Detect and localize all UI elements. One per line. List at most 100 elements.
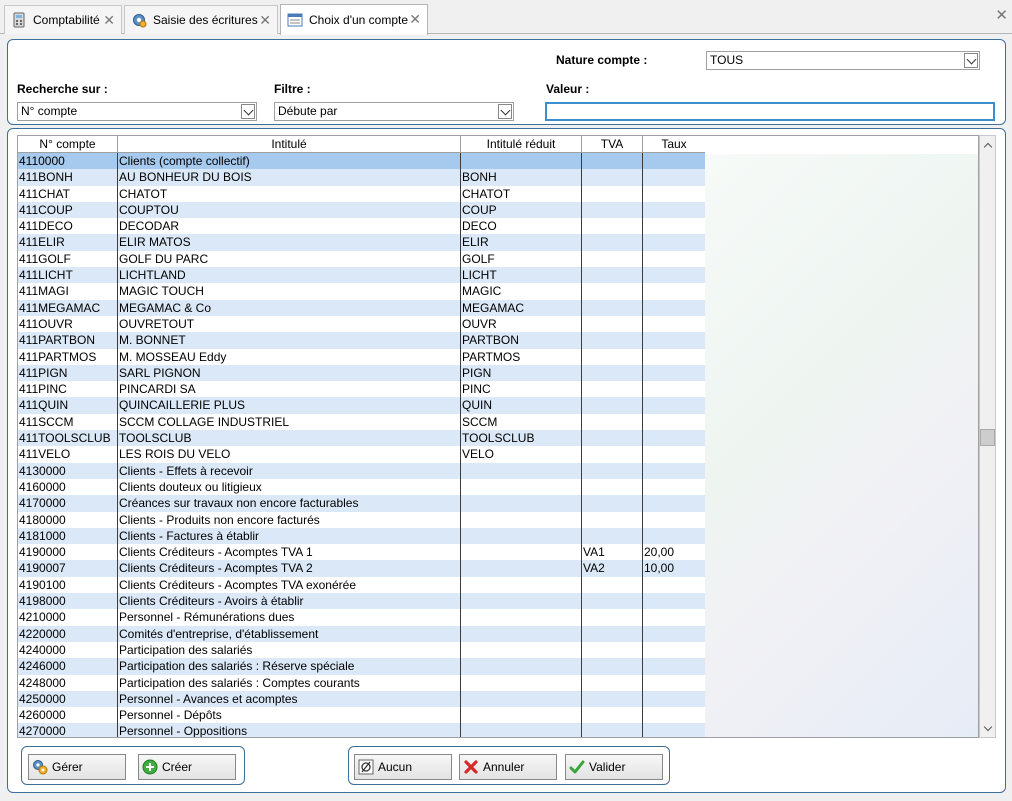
table-cell: LES ROIS DU VELO <box>118 446 461 463</box>
valider-label: Valider <box>589 760 626 774</box>
scroll-down-icon[interactable] <box>980 721 995 736</box>
table-row[interactable]: 411ELIR ELIR MATOS ELIR <box>18 234 705 251</box>
table-row[interactable]: 4190000 Clients Créditeurs - Acomptes TVA… <box>18 544 705 561</box>
table-row[interactable]: 4180000 Clients - Produits non encore fac… <box>18 511 705 528</box>
table-row[interactable]: 411CHAT CHATOT CHATOT <box>18 185 705 202</box>
tab-saisie-ecritures[interactable]: Saisie des écritures ✕ <box>124 5 278 34</box>
table-row[interactable]: 4210000 Personnel - Rémunérations dues <box>18 609 705 626</box>
close-icon[interactable]: ✕ <box>103 12 115 29</box>
table-row[interactable]: 4110000 Clients (compte collectif) <box>18 153 705 170</box>
table-cell: 411MAGI <box>18 283 118 300</box>
table-cell: 4170000 <box>18 495 118 512</box>
table-row[interactable]: 4270000 Personnel - Oppositions <box>18 723 705 737</box>
table-cell <box>461 462 582 479</box>
valider-button[interactable]: Valider <box>565 754 663 780</box>
table-row[interactable]: 4170000 Créances sur travaux non encore f… <box>18 495 705 512</box>
table-cell <box>643 527 705 545</box>
table-row[interactable]: 4130000 Clients - Effets à recevoir <box>18 462 705 479</box>
close-icon[interactable]: ✕ <box>409 11 421 28</box>
table-cell: 411PARTMOS <box>18 348 118 365</box>
table-cell: Comités d'entreprise, d'établissement <box>118 625 461 642</box>
table-cell: 411SCCM <box>18 413 118 431</box>
recherche-sur-select[interactable]: N° compte <box>17 102 257 121</box>
nature-compte-value: TOUS <box>710 53 744 67</box>
table-cell <box>461 723 582 737</box>
table-cell <box>643 364 705 382</box>
table-cell <box>461 560 582 577</box>
scroll-up-icon[interactable] <box>980 137 995 152</box>
table-cell: Clients (compte collectif) <box>118 153 461 170</box>
table-cell <box>461 576 582 594</box>
table-cell <box>643 153 705 170</box>
table-row[interactable]: 411MAGI MAGIC TOUCH MAGIC <box>18 283 705 300</box>
table-cell: Clients Créditeurs - Acomptes TVA 2 <box>118 560 461 577</box>
valeur-input[interactable] <box>545 102 995 121</box>
gerer-button[interactable]: Gérer <box>28 754 126 780</box>
chevron-down-icon[interactable] <box>498 104 512 119</box>
window-close-icon[interactable]: ✕ <box>995 6 1008 24</box>
column-header-intitule[interactable]: Intitulé <box>118 136 461 153</box>
tab-comptabilite[interactable]: Comptabilité ✕ <box>4 5 122 34</box>
table-cell: Participation des salariés : Comptes cou… <box>118 674 461 691</box>
table-cell: 411VELO <box>18 446 118 463</box>
table-cell <box>461 707 582 724</box>
aucun-button[interactable]: Aucun <box>354 754 452 780</box>
table-row[interactable]: 4190100 Clients Créditeurs - Acomptes TVA… <box>18 576 705 594</box>
table-row[interactable]: 411TOOLSCLUB TOOLSCLUB TOOLSCLUB <box>18 430 705 447</box>
table-row[interactable]: 4240000 Participation des salariés <box>18 641 705 659</box>
table-cell: 411ELIR <box>18 234 118 251</box>
scroll-thumb[interactable] <box>980 429 995 446</box>
table-row[interactable]: 411GOLF GOLF DU PARC GOLF <box>18 250 705 268</box>
table-cell: M. BONNET <box>118 332 461 349</box>
table-row[interactable]: 4246000 Participation des salariés : Rése… <box>18 658 705 675</box>
table-row[interactable]: 411PINC PINCARDI SA PINC <box>18 381 705 398</box>
table-cell: 4190007 <box>18 560 118 577</box>
tab-bar: Comptabilité ✕ Saisie des écritures ✕ Ch… <box>0 0 1012 35</box>
table-row[interactable]: 4181000 Clients - Factures à établir <box>18 527 705 545</box>
table-row[interactable]: 411MEGAMAC MEGAMAC & Co MEGAMAC <box>18 299 705 316</box>
vertical-scrollbar[interactable] <box>979 135 996 738</box>
chevron-down-icon[interactable] <box>241 104 255 119</box>
table-row[interactable]: 411VELO LES ROIS DU VELO VELO <box>18 446 705 463</box>
table-cell: M. MOSSEAU Eddy <box>118 348 461 365</box>
table-cell <box>582 283 643 300</box>
table-row[interactable]: 411LICHT LICHTLAND LICHT <box>18 267 705 284</box>
column-header-intitule-reduit[interactable]: Intitulé réduit <box>461 136 582 153</box>
table-row[interactable]: 4248000 Participation des salariés : Comp… <box>18 674 705 691</box>
annuler-button[interactable]: Annuler <box>459 754 557 780</box>
table-cell: SARL PIGNON <box>118 364 461 382</box>
table-cell: PINCARDI SA <box>118 381 461 398</box>
table-row[interactable]: 411OUVR OUVRETOUT OUVR <box>18 315 705 333</box>
table-row[interactable]: 411PIGN SARL PIGNON PIGN <box>18 364 705 382</box>
table-row[interactable]: 4160000 Clients douteux ou litigieux <box>18 478 705 496</box>
table-cell <box>582 707 643 724</box>
recherche-sur-label: Recherche sur : <box>17 82 108 96</box>
table-row[interactable]: 4190007 Clients Créditeurs - Acomptes TVA… <box>18 560 705 577</box>
column-header-tva[interactable]: TVA <box>582 136 643 153</box>
close-icon[interactable]: ✕ <box>259 12 271 29</box>
table-cell: OUVRETOUT <box>118 315 461 333</box>
checkmark-icon <box>569 759 585 775</box>
table-row[interactable]: 4250000 Personnel - Avances et acomptes <box>18 690 705 708</box>
nature-compte-select[interactable]: TOUS <box>706 51 980 70</box>
tab-choix-compte[interactable]: Choix d'un compte ✕ <box>280 4 428 35</box>
table-cell <box>643 609 705 625</box>
table-row[interactable]: 411PARTMOS M. MOSSEAU Eddy PARTMOS <box>18 348 705 365</box>
table-row[interactable]: 411DECO DECODAR DECO <box>18 218 705 235</box>
table-cell: 411LICHT <box>18 267 118 284</box>
table-cell <box>643 349 705 365</box>
table-row[interactable]: 4220000 Comités d'entreprise, d'établisse… <box>18 625 705 642</box>
table-row[interactable]: 411QUIN QUINCAILLERIE PLUS QUIN <box>18 397 705 414</box>
creer-button[interactable]: Créer <box>138 754 236 780</box>
table-row[interactable]: 411COUP COUPTOU COUP <box>18 201 705 219</box>
column-header-taux[interactable]: Taux <box>643 136 705 153</box>
table-row[interactable]: 411SCCM SCCM COLLAGE INDUSTRIEL SCCM <box>18 413 705 431</box>
table-row[interactable]: 4198000 Clients Créditeurs - Avoirs à éta… <box>18 593 705 610</box>
table-row[interactable]: 4260000 Personnel - Dépôts <box>18 707 705 724</box>
chevron-down-icon[interactable] <box>964 53 978 68</box>
table-row[interactable]: 411BONH AU BONHEUR DU BOIS BONH <box>18 169 705 186</box>
calculator-icon <box>11 12 27 28</box>
column-header-numero[interactable]: N° compte <box>18 136 118 153</box>
table-row[interactable]: 411PARTBON M. BONNET PARTBON <box>18 332 705 349</box>
filtre-select[interactable]: Débute par <box>274 102 514 121</box>
